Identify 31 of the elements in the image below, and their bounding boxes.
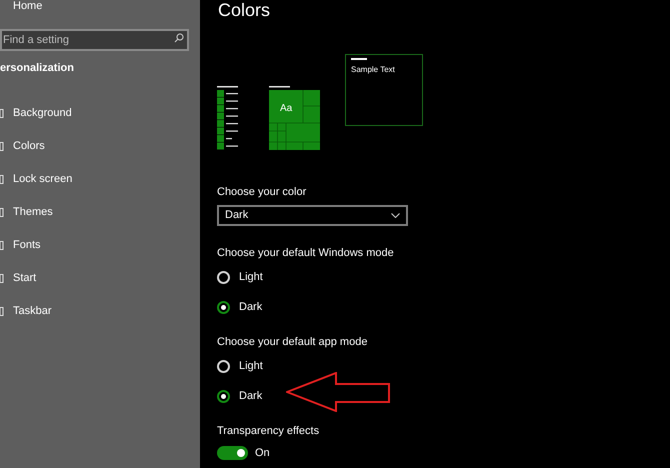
nav-item[interactable]: Colors xyxy=(13,138,45,154)
radio-button[interactable] xyxy=(217,390,230,402)
home-link[interactable]: Home xyxy=(13,0,42,12)
group-label: Choose your default app mode xyxy=(217,335,368,349)
search-icon[interactable] xyxy=(174,33,184,43)
group-label: Choose your default Windows mode xyxy=(217,246,395,260)
section-heading: ersonalization xyxy=(0,61,75,76)
search-field[interactable]: Find a setting xyxy=(0,29,189,51)
toggle-label: Transparency effects xyxy=(217,424,320,438)
radio-button[interactable] xyxy=(217,300,230,314)
nav-item[interactable]: Lock screen xyxy=(13,170,72,188)
sample-text: Sample Text xyxy=(351,64,396,76)
nav-item[interactable]: Themes xyxy=(13,204,53,220)
toggle-state: On xyxy=(255,446,270,461)
radio-label: Dark xyxy=(239,388,262,404)
tile-preview-drawing xyxy=(269,86,320,150)
tile-label: Aa xyxy=(280,102,292,116)
chevron-down-icon xyxy=(391,213,400,218)
radio-label: Light xyxy=(239,270,263,285)
page-title: Colors xyxy=(218,1,270,19)
nav-item[interactable]: Fonts xyxy=(13,236,41,254)
nav-item[interactable]: Start xyxy=(13,270,36,286)
radio-label: Light xyxy=(239,358,263,374)
color-dropdown[interactable]: Dark xyxy=(217,205,408,226)
list-preview-drawing xyxy=(217,86,239,150)
field-label: Choose your color xyxy=(217,185,308,199)
nav-item[interactable]: Background xyxy=(13,104,72,122)
title-bar-line xyxy=(351,58,367,60)
radio-label: Dark xyxy=(239,300,262,315)
nav-item[interactable]: Taskbar xyxy=(13,302,52,320)
toggle-switch[interactable] xyxy=(217,446,248,460)
